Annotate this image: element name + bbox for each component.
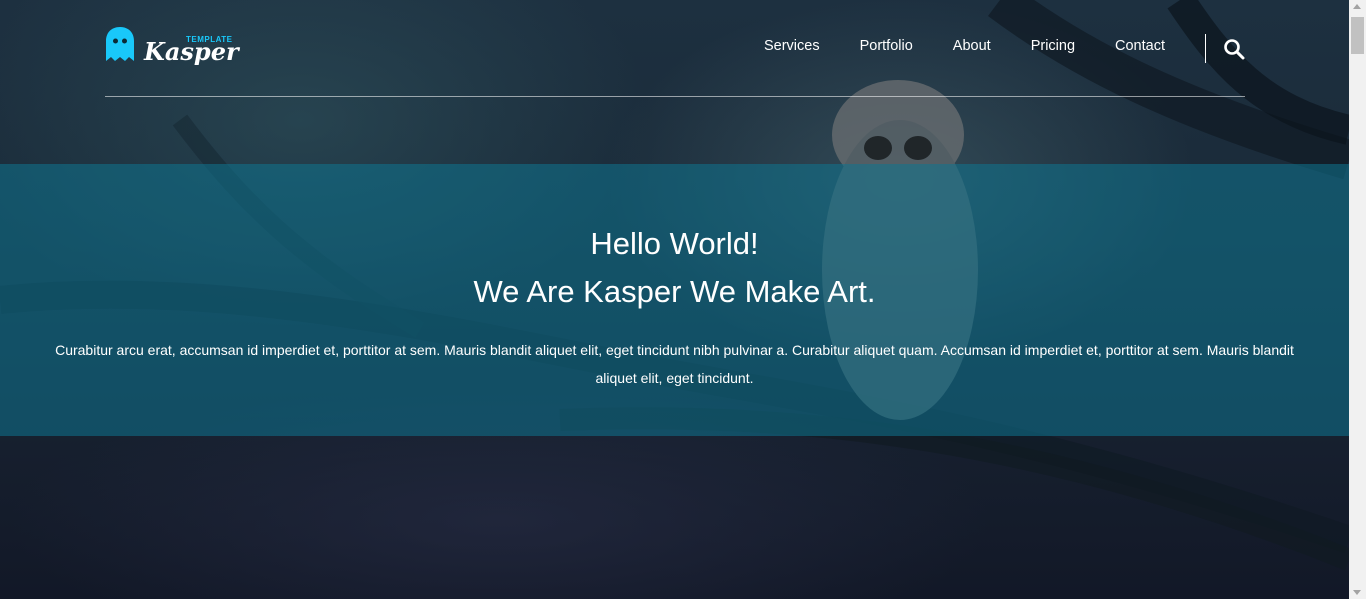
landing-page: TEMPLATE Kasper Services Portfolio About… [0,0,1366,599]
nav-link-about[interactable]: About [953,38,991,54]
hero-section: Hello World! We Are Kasper We Make Art. … [0,164,1349,436]
nav-link-pricing[interactable]: Pricing [1031,38,1075,54]
site-header: TEMPLATE Kasper Services Portfolio About… [105,0,1245,97]
scroll-up-arrow-icon[interactable] [1353,4,1361,9]
logo-name: Kasper [144,37,239,66]
ghost-icon [106,27,134,61]
vertical-scrollbar[interactable] [1349,0,1366,599]
main-nav: Services Portfolio About Pricing Contact [724,38,1165,54]
scroll-thumb[interactable] [1351,17,1364,54]
nav-link-services[interactable]: Services [764,38,820,54]
logo[interactable]: TEMPLATE Kasper [105,26,239,70]
nav-link-portfolio[interactable]: Portfolio [860,38,913,54]
search-icon [1224,39,1245,60]
hero-title: Hello World! We Are Kasper We Make Art. [0,220,1349,316]
nav-divider [1205,34,1206,63]
scroll-down-arrow-icon[interactable] [1353,590,1361,595]
nav-link-contact[interactable]: Contact [1115,38,1165,54]
hero-description: Curabitur arcu erat, accumsan id imperdi… [55,342,1294,386]
search-button[interactable] [1222,37,1246,61]
hero-title-line2: We Are Kasper We Make Art. [473,274,876,309]
hero-title-line1: Hello World! [590,226,759,261]
